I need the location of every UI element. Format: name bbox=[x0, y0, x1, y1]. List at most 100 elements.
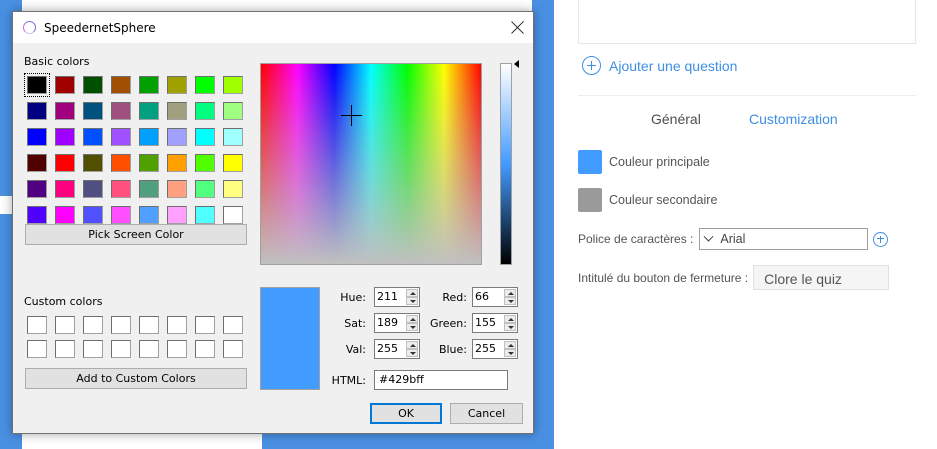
basic-color-swatch[interactable] bbox=[27, 206, 47, 224]
sat-spinbox[interactable] bbox=[374, 313, 420, 333]
basic-color-swatch[interactable] bbox=[27, 102, 47, 120]
basic-color-swatch[interactable] bbox=[167, 102, 187, 120]
basic-color-swatch[interactable] bbox=[27, 128, 47, 146]
basic-color-swatch[interactable] bbox=[195, 206, 215, 224]
basic-color-swatch[interactable] bbox=[139, 76, 159, 94]
basic-color-swatch[interactable] bbox=[195, 128, 215, 146]
spin-up-icon[interactable] bbox=[406, 341, 418, 349]
custom-color-swatch[interactable] bbox=[111, 316, 131, 334]
basic-color-swatch[interactable] bbox=[167, 206, 187, 224]
custom-color-swatch[interactable] bbox=[167, 340, 187, 358]
custom-color-swatch[interactable] bbox=[223, 340, 243, 358]
spin-up-icon[interactable] bbox=[504, 289, 516, 297]
primary-color-swatch[interactable] bbox=[578, 150, 602, 174]
basic-color-swatch[interactable] bbox=[195, 180, 215, 198]
basic-color-swatch[interactable] bbox=[223, 206, 243, 224]
spin-down-icon[interactable] bbox=[504, 323, 516, 331]
custom-color-swatch[interactable] bbox=[195, 340, 215, 358]
basic-color-swatch[interactable] bbox=[55, 128, 75, 146]
basic-color-swatch[interactable] bbox=[55, 154, 75, 172]
green-spinbox[interactable] bbox=[472, 313, 518, 333]
basic-color-swatch[interactable] bbox=[111, 76, 131, 94]
spin-up-icon[interactable] bbox=[406, 289, 418, 297]
basic-color-swatch[interactable] bbox=[83, 128, 103, 146]
add-question-button[interactable]: Ajouter une question bbox=[582, 56, 737, 75]
basic-color-swatch[interactable] bbox=[139, 102, 159, 120]
basic-color-swatch[interactable] bbox=[139, 180, 159, 198]
custom-color-swatch[interactable] bbox=[223, 316, 243, 334]
basic-color-swatch[interactable] bbox=[83, 102, 103, 120]
basic-color-swatch[interactable] bbox=[83, 154, 103, 172]
basic-color-swatch[interactable] bbox=[111, 128, 131, 146]
crosshair-icon[interactable] bbox=[341, 105, 362, 126]
basic-color-swatch[interactable] bbox=[167, 128, 187, 146]
custom-color-swatch[interactable] bbox=[83, 316, 103, 334]
value-slider[interactable] bbox=[500, 63, 512, 265]
spin-down-icon[interactable] bbox=[406, 323, 418, 331]
hue-spinbox[interactable] bbox=[374, 287, 420, 307]
hue-saturation-spectrum[interactable] bbox=[260, 63, 482, 265]
basic-color-swatch[interactable] bbox=[55, 102, 75, 120]
spin-down-icon[interactable] bbox=[406, 297, 418, 305]
basic-color-swatch[interactable] bbox=[139, 206, 159, 224]
cancel-button[interactable]: Cancel bbox=[450, 403, 523, 424]
basic-color-swatch[interactable] bbox=[167, 76, 187, 94]
custom-color-swatch[interactable] bbox=[27, 340, 47, 358]
custom-color-swatch[interactable] bbox=[83, 340, 103, 358]
basic-color-swatch[interactable] bbox=[83, 76, 103, 94]
red-spinbox[interactable] bbox=[472, 287, 518, 307]
tab-customization[interactable]: Customization bbox=[749, 111, 838, 127]
sat-input[interactable] bbox=[377, 316, 405, 329]
basic-color-swatch[interactable] bbox=[195, 76, 215, 94]
basic-color-swatch[interactable] bbox=[55, 206, 75, 224]
spin-up-icon[interactable] bbox=[504, 315, 516, 323]
secondary-color-swatch[interactable] bbox=[578, 188, 602, 212]
spin-up-icon[interactable] bbox=[504, 341, 516, 349]
basic-color-swatch[interactable] bbox=[167, 154, 187, 172]
basic-color-swatch[interactable] bbox=[111, 180, 131, 198]
green-input[interactable] bbox=[475, 316, 503, 329]
spin-up-icon[interactable] bbox=[406, 315, 418, 323]
basic-color-swatch[interactable] bbox=[111, 154, 131, 172]
spin-down-icon[interactable] bbox=[406, 349, 418, 357]
tab-general[interactable]: Général bbox=[651, 111, 701, 127]
basic-color-swatch[interactable] bbox=[83, 180, 103, 198]
add-font-icon[interactable] bbox=[873, 231, 889, 247]
basic-color-swatch[interactable] bbox=[27, 180, 47, 198]
custom-color-swatch[interactable] bbox=[55, 316, 75, 334]
ok-button[interactable]: OK bbox=[370, 403, 442, 424]
slider-arrow-icon[interactable] bbox=[514, 60, 519, 68]
basic-color-swatch[interactable] bbox=[223, 102, 243, 120]
dialog-titlebar[interactable]: SpeedernetSphere bbox=[13, 12, 533, 43]
spin-down-icon[interactable] bbox=[504, 349, 516, 357]
basic-color-swatch[interactable] bbox=[24, 73, 50, 97]
val-spinbox[interactable] bbox=[374, 339, 420, 359]
basic-color-swatch[interactable] bbox=[195, 154, 215, 172]
add-to-custom-colors-button[interactable]: Add to Custom Colors bbox=[25, 368, 247, 389]
basic-color-swatch[interactable] bbox=[139, 154, 159, 172]
custom-color-swatch[interactable] bbox=[139, 340, 159, 358]
basic-color-swatch[interactable] bbox=[223, 128, 243, 146]
val-input[interactable] bbox=[377, 342, 405, 355]
basic-color-swatch[interactable] bbox=[55, 180, 75, 198]
custom-color-swatch[interactable] bbox=[55, 340, 75, 358]
pick-screen-color-button[interactable]: Pick Screen Color bbox=[25, 224, 247, 245]
close-icon[interactable] bbox=[508, 18, 527, 37]
spin-down-icon[interactable] bbox=[504, 297, 516, 305]
custom-color-swatch[interactable] bbox=[139, 316, 159, 334]
custom-color-swatch[interactable] bbox=[111, 340, 131, 358]
red-input[interactable] bbox=[475, 290, 503, 303]
custom-color-swatch[interactable] bbox=[27, 316, 47, 334]
basic-color-swatch[interactable] bbox=[223, 154, 243, 172]
blue-spinbox[interactable] bbox=[472, 339, 518, 359]
basic-color-swatch[interactable] bbox=[83, 206, 103, 224]
hue-input[interactable] bbox=[377, 290, 405, 303]
custom-color-swatch[interactable] bbox=[195, 316, 215, 334]
basic-color-swatch[interactable] bbox=[223, 180, 243, 198]
blue-input[interactable] bbox=[475, 342, 503, 355]
basic-color-swatch[interactable] bbox=[223, 76, 243, 94]
custom-color-swatch[interactable] bbox=[167, 316, 187, 334]
font-select[interactable]: Arial bbox=[699, 228, 869, 250]
close-button-text-field[interactable]: Clore le quiz bbox=[753, 265, 890, 290]
question-textbox[interactable] bbox=[578, 0, 916, 44]
